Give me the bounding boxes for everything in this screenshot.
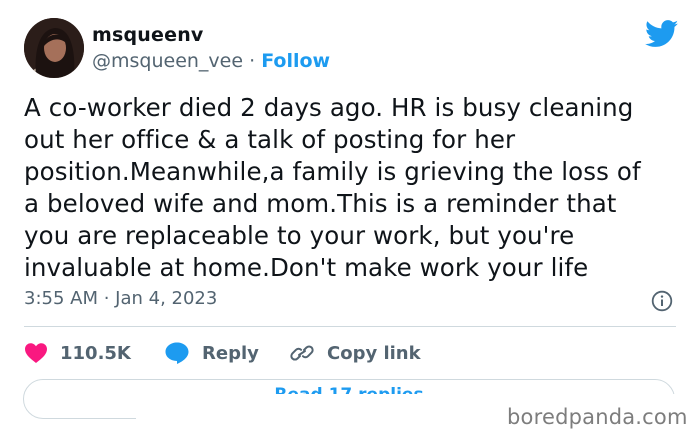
speech-bubble-icon [165,342,189,364]
copy-link-label: Copy link [327,342,421,364]
tweet-line: you are replaceable to your work, but yo… [24,221,575,250]
info-icon[interactable] [651,290,673,312]
tweet-line: out her office & a talk of posting for h… [24,125,516,154]
follow-button[interactable]: Follow [261,50,330,72]
tweet-text: A co-worker died 2 days ago. HR is busy … [24,92,674,284]
twitter-bird-icon[interactable] [645,20,679,48]
reply-button[interactable]: Reply [164,339,259,367]
handle-row: @msqueen_vee · Follow [92,50,330,72]
heart-icon [25,343,47,363]
user-handle[interactable]: @msqueen_vee [92,50,243,72]
action-bar: 110.5K Reply Copy link [24,339,684,367]
avatar[interactable] [24,18,84,78]
tweet-line: invaluable at home.Don't make work your … [24,253,589,282]
separator-dot: · [243,50,262,72]
like-button[interactable]: 110.5K [24,339,131,367]
tweet-timestamp[interactable]: 3:55 AM · Jan 4, 2023 [24,288,217,309]
tweet-line: position.Meanwhile,a family is grieving … [24,157,641,186]
display-name[interactable]: msqueenv [92,24,204,46]
link-icon [290,345,314,361]
divider [24,326,676,327]
tweet-line: A co-worker died 2 days ago. HR is busy … [24,93,634,122]
copy-link-button[interactable]: Copy link [289,339,421,367]
like-count: 110.5K [60,342,131,364]
reply-label: Reply [202,342,259,364]
tweet-line: a beloved wife and mom.This is a reminde… [24,189,617,218]
avatar-image [24,18,84,78]
watermark: boredpanda.com [507,405,688,429]
